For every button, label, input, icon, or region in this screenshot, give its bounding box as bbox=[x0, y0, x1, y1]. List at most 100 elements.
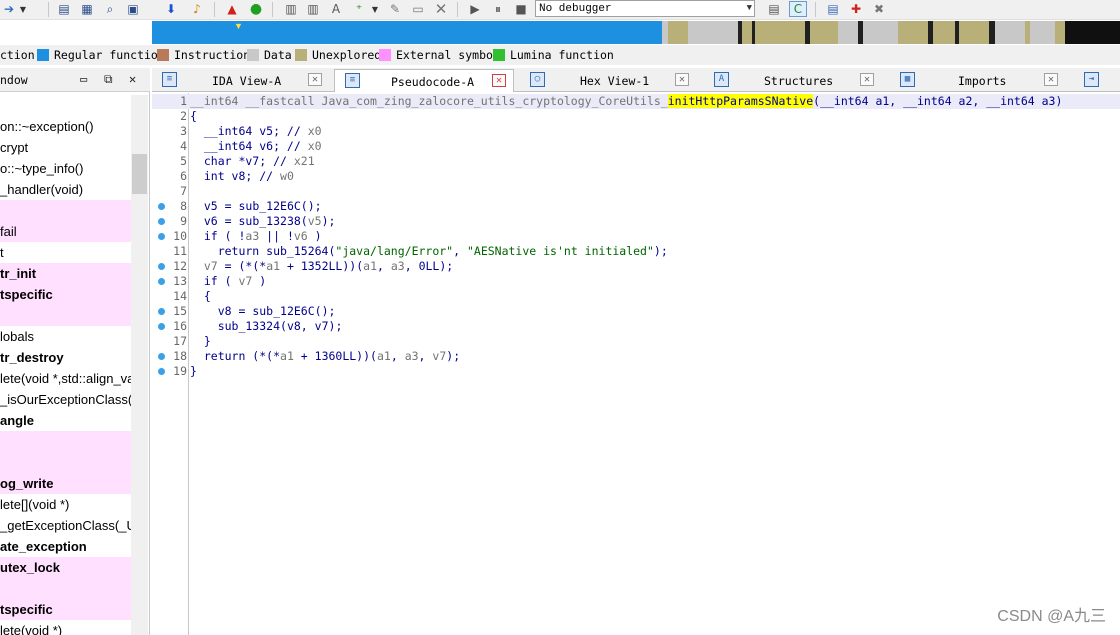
breakpoint-dot-icon[interactable] bbox=[158, 278, 165, 285]
breakpoint-dot-icon[interactable] bbox=[158, 233, 165, 240]
jump-down-icon[interactable]: ⬇ bbox=[162, 1, 180, 17]
function-list-item[interactable]: fail bbox=[0, 221, 131, 242]
code-line[interactable]: 13 if ( v7 ) bbox=[152, 274, 1120, 289]
function-list-item[interactable]: lete[](void *) bbox=[0, 494, 131, 515]
tab-imports[interactable]: ▦ Imports ✕ bbox=[890, 69, 1068, 92]
breakpoint-dot-icon[interactable] bbox=[158, 263, 165, 270]
breakpoint-icon[interactable]: ✚ bbox=[847, 1, 865, 17]
function-list-item[interactable]: on::~exception() bbox=[0, 116, 131, 137]
function-list-item[interactable]: og_write bbox=[0, 473, 131, 494]
close-icon[interactable]: ✕ bbox=[675, 73, 689, 86]
function-list-item[interactable]: _getExceptionClass(_Un bbox=[0, 515, 131, 536]
code-line[interactable]: 9 v6 = sub_13238(v5); bbox=[152, 214, 1120, 229]
functions-scrollbar[interactable] bbox=[131, 95, 148, 635]
close-icon[interactable]: ✕ bbox=[492, 74, 506, 87]
close-icon[interactable]: ✕ bbox=[860, 73, 874, 86]
close-icon[interactable]: ✕ bbox=[1044, 73, 1058, 86]
code-line[interactable]: 10 if ( !a3 || !v6 ) bbox=[152, 229, 1120, 244]
code-line[interactable]: 7 bbox=[152, 184, 1120, 199]
tab-exports[interactable]: ⇥ bbox=[1074, 69, 1114, 92]
warning-icon[interactable]: ▲ bbox=[223, 1, 241, 17]
function-list-item[interactable]: tr_destroy bbox=[0, 347, 131, 368]
breakpoint-dot-icon[interactable] bbox=[158, 368, 165, 375]
debugger-select[interactable]: No debugger ▼ bbox=[535, 0, 755, 17]
function-list-item[interactable] bbox=[0, 200, 131, 221]
function-list-item[interactable]: tspecific bbox=[0, 599, 131, 620]
function-list-item[interactable]: t bbox=[0, 242, 131, 263]
nav-segment bbox=[898, 21, 928, 44]
breakpoint-dot-icon[interactable] bbox=[158, 353, 165, 360]
code-token: + 1352LL))( bbox=[280, 259, 364, 273]
code-line[interactable]: 18 return (*(*a1 + 1360LL))(a1, a3, v7); bbox=[152, 349, 1120, 364]
navigation-band[interactable]: ▼ bbox=[0, 21, 1120, 44]
function-list-item[interactable]: lobals bbox=[0, 326, 131, 347]
code-line[interactable]: 19} bbox=[152, 364, 1120, 379]
code-line[interactable]: 5 char *v7; // x21 bbox=[152, 154, 1120, 169]
code-icon[interactable]: ▥ bbox=[282, 1, 300, 17]
code-line[interactable]: 1 __int64 __fastcall Java_com_zing_zaloco… bbox=[152, 94, 1120, 109]
restore-icon[interactable]: ⧉ bbox=[104, 72, 113, 87]
breakpoint-dot-icon[interactable] bbox=[158, 323, 165, 330]
dropdown-arrow-icon[interactable]: ▼ bbox=[366, 1, 384, 17]
function-list-item[interactable]: utex_lock bbox=[0, 557, 131, 578]
code-line[interactable]: 15 v8 = sub_12E6C(); bbox=[152, 304, 1120, 319]
function-list-item[interactable]: angle bbox=[0, 410, 131, 431]
minimize-icon[interactable]: ▭ bbox=[80, 72, 87, 86]
debugger-options-icon[interactable]: ▤ bbox=[765, 1, 783, 17]
scrollbar-thumb[interactable] bbox=[132, 154, 147, 194]
function-list-item[interactable]: _handler(void) bbox=[0, 179, 131, 200]
breakpoint-dot-icon[interactable] bbox=[158, 203, 165, 210]
find-text-icon[interactable]: ♪ bbox=[188, 1, 206, 17]
breakpoint-dot-icon[interactable] bbox=[158, 218, 165, 225]
function-list-item[interactable]: tr_init bbox=[0, 263, 131, 284]
tab-ida-view-a[interactable]: ≡ IDA View-A ✕ bbox=[152, 69, 330, 92]
function-list-item[interactable]: crypt bbox=[0, 137, 131, 158]
play-icon[interactable]: ▶ bbox=[466, 1, 484, 17]
code-line[interactable]: 4 __int64 v6; // x0 bbox=[152, 139, 1120, 154]
dropdown-arrow-icon[interactable]: ▼ bbox=[14, 1, 32, 17]
run-green-icon[interactable]: ● bbox=[247, 1, 265, 17]
stop-icon[interactable]: ■ bbox=[512, 1, 530, 17]
code-line[interactable]: 3 __int64 v5; // x0 bbox=[152, 124, 1120, 139]
code-line[interactable]: 6 int v8; // w0 bbox=[152, 169, 1120, 184]
string-icon[interactable]: A bbox=[327, 1, 345, 17]
function-list-item[interactable]: _isOurExceptionClass(_ bbox=[0, 389, 131, 410]
pseudocode-view[interactable]: 1 __int64 __fastcall Java_com_zing_zaloco… bbox=[152, 93, 1120, 635]
code-line[interactable]: 8 v5 = sub_12E6C(); bbox=[152, 199, 1120, 214]
code-line[interactable]: 16 sub_13324(v8, v7); bbox=[152, 319, 1120, 334]
code-token: } bbox=[190, 334, 211, 348]
function-list-item[interactable] bbox=[0, 431, 131, 452]
tab-structures[interactable]: A Structures ✕ bbox=[704, 69, 884, 92]
function-list-item[interactable]: lete(void *,std::align_va bbox=[0, 368, 131, 389]
close-icon[interactable]: ✕ bbox=[129, 72, 136, 86]
find-icon[interactable]: ▣ bbox=[124, 1, 142, 17]
tab-hex-view-1[interactable]: ◯ Hex View-1 ✕ bbox=[520, 69, 698, 92]
code-line[interactable]: 12 v7 = (*(*a1 + 1352LL))(a1, a3, 0LL); bbox=[152, 259, 1120, 274]
list-icon[interactable]: ▤ bbox=[824, 1, 842, 17]
code-line[interactable]: 2{ bbox=[152, 109, 1120, 124]
data-icon[interactable]: ▥ bbox=[304, 1, 322, 17]
code-line[interactable]: 14 { bbox=[152, 289, 1120, 304]
hook-icon[interactable]: ✖ bbox=[870, 1, 888, 17]
pause-icon[interactable]: ⏸ bbox=[489, 1, 507, 17]
function-list-item[interactable] bbox=[0, 452, 131, 473]
function-list-item[interactable]: o::~type_info() bbox=[0, 158, 131, 179]
tab-pseudocode-a[interactable]: ≡ Pseudocode-A ✕ bbox=[334, 69, 514, 92]
function-list-item[interactable]: ate_exception bbox=[0, 536, 131, 557]
function-list-item[interactable] bbox=[0, 578, 131, 599]
function-list-item[interactable]: lete(void *) bbox=[0, 620, 131, 635]
breakpoint-dot-icon[interactable] bbox=[158, 308, 165, 315]
function-list-item[interactable] bbox=[0, 305, 131, 326]
function-list-item[interactable] bbox=[0, 95, 131, 116]
source-icon[interactable]: C bbox=[789, 1, 807, 17]
code-line[interactable]: 11 return sub_15264("java/lang/Error", "… bbox=[152, 244, 1120, 259]
function-list-item[interactable]: tspecific bbox=[0, 284, 131, 305]
undefine-icon[interactable]: ✕ bbox=[432, 0, 450, 18]
code-line[interactable]: 17 } bbox=[152, 334, 1120, 349]
search-icon[interactable]: ⌕ bbox=[101, 1, 119, 17]
edit-icon[interactable]: ▭ bbox=[409, 1, 427, 17]
close-icon[interactable]: ✕ bbox=[308, 73, 322, 86]
patch-icon[interactable]: ✎ bbox=[386, 1, 404, 17]
xref-icon[interactable]: ▦ bbox=[78, 1, 96, 17]
structure-icon[interactable]: ▤ bbox=[55, 1, 73, 17]
